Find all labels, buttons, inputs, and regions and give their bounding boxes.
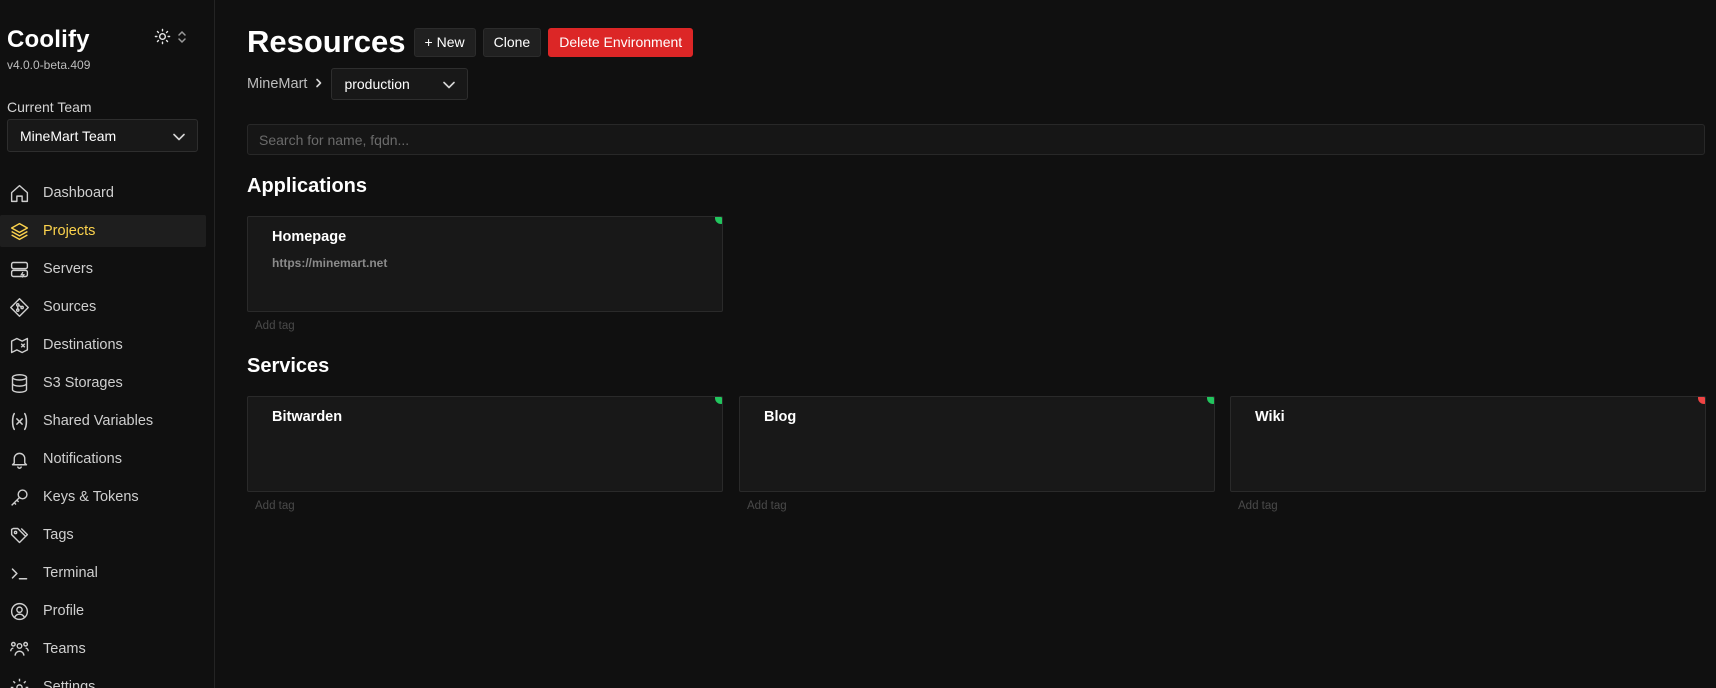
- sidebar-item-shared-variables[interactable]: Shared Variables: [0, 405, 206, 437]
- card-url[interactable]: https://minemart.net: [272, 256, 387, 270]
- sidebar-item-projects[interactable]: Projects: [0, 215, 206, 247]
- sidebar-item-servers[interactable]: Servers: [0, 253, 206, 285]
- database-icon: [8, 372, 30, 394]
- sidebar-item-label: Teams: [43, 641, 86, 657]
- team-select[interactable]: MineMart Team: [7, 119, 198, 152]
- sidebar-item-dashboard[interactable]: Dashboard: [0, 177, 206, 209]
- sidebar: Coolify v4.0.0-beta.409 Current Team Min…: [0, 0, 215, 688]
- chevron-down-icon: [443, 76, 456, 92]
- service-card-blog[interactable]: Blog: [739, 396, 1215, 492]
- breadcrumb-project-link[interactable]: MineMart: [247, 76, 307, 92]
- home-icon: [8, 182, 30, 204]
- breadcrumb: MineMart production: [247, 68, 469, 100]
- sidebar-item-label: Profile: [43, 603, 85, 619]
- users-icon: [8, 638, 30, 660]
- sidebar-nav: Dashboard Projects Servers Sources Desti…: [0, 177, 206, 688]
- terminal-icon: [8, 562, 30, 584]
- user-circle-icon: [8, 600, 30, 622]
- gear-icon: [8, 676, 30, 688]
- add-tag-link[interactable]: Add tag: [1238, 500, 1278, 512]
- card-title: Homepage: [272, 229, 347, 245]
- sidebar-item-keys-tokens[interactable]: Keys & Tokens: [0, 481, 206, 513]
- card-title: Bitwarden: [272, 409, 343, 425]
- server-icon: [8, 258, 30, 280]
- sidebar-item-label: Projects: [43, 223, 96, 239]
- card-title: Wiki: [1255, 409, 1285, 425]
- sidebar-item-terminal[interactable]: Terminal: [0, 557, 206, 589]
- search-input[interactable]: [247, 124, 1705, 155]
- card-title: Blog: [764, 409, 797, 425]
- applications-title: Applications: [247, 175, 368, 197]
- sidebar-item-label: Destinations: [43, 337, 123, 353]
- service-card-bitwarden[interactable]: Bitwarden: [247, 396, 723, 492]
- services-title: Services: [247, 355, 330, 377]
- chevron-down-icon: [173, 128, 185, 144]
- sidebar-item-sources[interactable]: Sources: [0, 291, 206, 323]
- add-tag-link[interactable]: Add tag: [747, 500, 787, 512]
- status-indicator-running: [1207, 397, 1214, 404]
- sidebar-item-profile[interactable]: Profile: [0, 595, 206, 627]
- service-card-wiki[interactable]: Wiki: [1230, 396, 1706, 492]
- add-tag-link[interactable]: Add tag: [255, 500, 295, 512]
- version-label: v4.0.0-beta.409: [7, 58, 91, 72]
- current-team-label: Current Team: [7, 99, 92, 115]
- sidebar-item-tags[interactable]: Tags: [0, 519, 206, 551]
- page-title: Resources: [247, 24, 406, 59]
- delete-environment-button[interactable]: Delete Environment: [548, 27, 694, 57]
- sidebar-item-notifications[interactable]: Notifications: [0, 443, 206, 475]
- sidebar-item-teams[interactable]: Teams: [0, 633, 206, 665]
- destination-icon: [8, 334, 30, 356]
- theme-toggle-button[interactable]: [154, 28, 194, 50]
- sun-icon: [154, 28, 171, 50]
- sidebar-item-destinations[interactable]: Destinations: [0, 329, 206, 361]
- sidebar-item-s3-storages[interactable]: S3 Storages: [0, 367, 206, 399]
- environment-select-value: production: [344, 76, 410, 92]
- sidebar-item-label: Keys & Tokens: [43, 489, 139, 505]
- status-indicator-stopped: [1698, 397, 1705, 404]
- add-tag-link[interactable]: Add tag: [255, 320, 295, 332]
- application-card-homepage[interactable]: Homepage https://minemart.net: [247, 216, 723, 312]
- sidebar-item-label: Notifications: [43, 451, 122, 467]
- sidebar-item-label: Servers: [43, 261, 93, 277]
- sidebar-item-label: Tags: [43, 527, 74, 543]
- sidebar-item-label: Terminal: [43, 565, 98, 581]
- sidebar-item-settings[interactable]: Settings: [0, 671, 206, 688]
- team-select-value: MineMart Team: [20, 127, 117, 144]
- git-icon: [8, 296, 30, 318]
- environment-select[interactable]: production: [331, 68, 469, 100]
- sidebar-item-label: Sources: [43, 299, 97, 315]
- variable-icon: [8, 410, 30, 432]
- chevron-right-icon: [315, 76, 323, 92]
- key-icon: [8, 486, 30, 508]
- bell-icon: [8, 448, 30, 470]
- tag-icon: [8, 524, 30, 546]
- brand-logo[interactable]: Coolify: [7, 26, 90, 54]
- sidebar-item-label: Settings: [43, 679, 96, 688]
- status-indicator-running: [715, 397, 722, 404]
- header: Resources + New Clone Delete Environment: [247, 24, 694, 60]
- sidebar-item-label: Dashboard: [43, 185, 114, 201]
- main-content: Resources + New Clone Delete Environment…: [247, 0, 1706, 688]
- chevron-updown-icon: [177, 30, 187, 49]
- status-indicator-running: [715, 217, 722, 224]
- new-resource-button[interactable]: + New: [413, 27, 476, 57]
- sidebar-item-label: S3 Storages: [43, 375, 123, 391]
- layers-icon: [8, 220, 30, 242]
- sidebar-item-label: Shared Variables: [43, 413, 154, 429]
- clone-button[interactable]: Clone: [482, 27, 542, 57]
